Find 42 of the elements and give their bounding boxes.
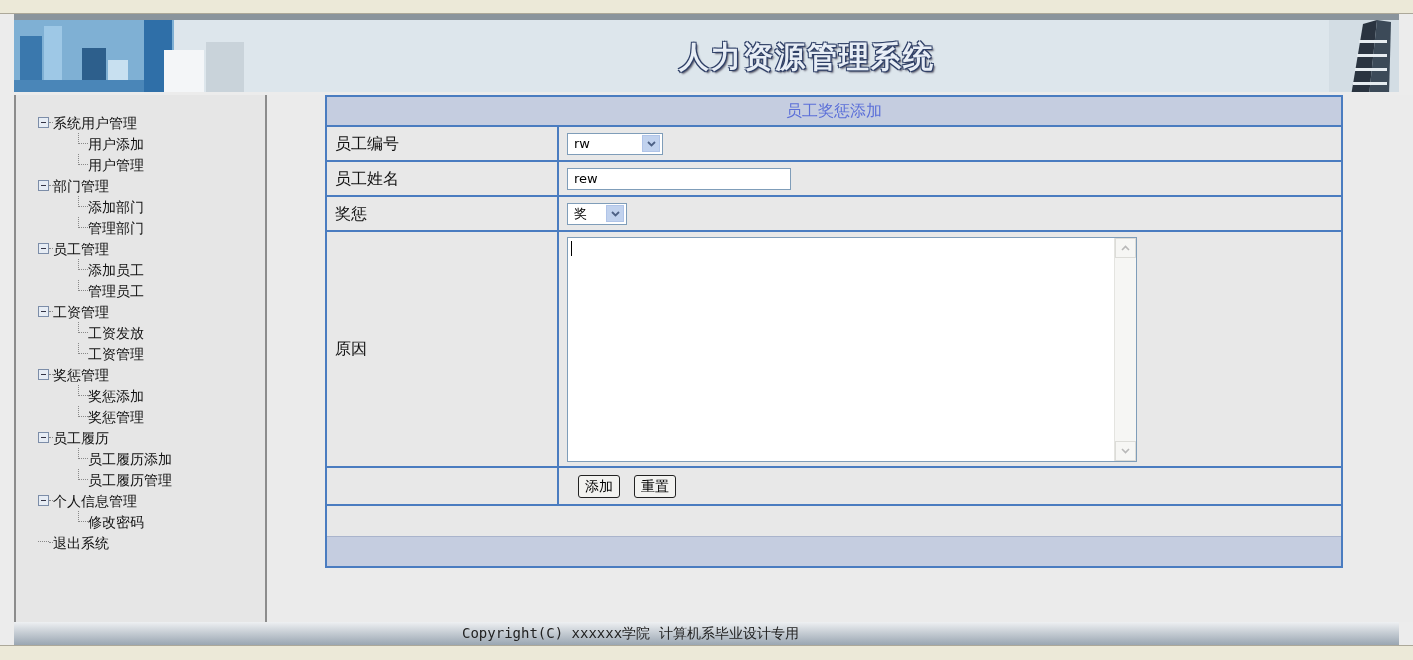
collapse-icon[interactable] (38, 306, 49, 317)
collapse-icon[interactable] (38, 432, 49, 443)
tree-item[interactable]: 管理员工 (88, 283, 144, 298)
tree-item[interactable]: 修改密码 (88, 514, 144, 529)
tree-item[interactable]: 员工履历管理 (88, 472, 172, 487)
tree-item[interactable]: 员工履历 (53, 430, 109, 445)
tree-item[interactable]: 部门管理 (53, 178, 109, 193)
select-field[interactable]: rw (567, 132, 663, 155)
form-title: 员工奖惩添加 (786, 100, 882, 122)
tree-item[interactable]: 工资发放 (88, 325, 144, 340)
form-button[interactable]: 重置 (634, 474, 676, 498)
tree-item[interactable]: 奖惩添加 (88, 388, 144, 403)
tree-item[interactable]: 系统用户管理 (53, 115, 137, 130)
field-label: 奖惩 (335, 202, 367, 225)
collapse-icon[interactable] (38, 369, 49, 380)
input-field[interactable]: rew (567, 167, 791, 190)
scroll-up-icon[interactable] (1115, 237, 1136, 258)
tree-item[interactable]: 退出系统 (53, 535, 109, 550)
tree-item[interactable]: 用户管理 (88, 157, 144, 172)
tree-item[interactable]: 奖惩管理 (53, 367, 109, 382)
tree-item[interactable]: 工资管理 (53, 304, 109, 319)
form-button[interactable]: 添加 (578, 474, 620, 498)
tree-item[interactable]: 添加员工 (88, 262, 144, 277)
collapse-icon[interactable] (38, 243, 49, 254)
tree-item[interactable]: 员工管理 (53, 241, 109, 256)
tree-item[interactable]: 个人信息管理 (53, 493, 137, 508)
tree-item[interactable]: 奖惩管理 (88, 409, 144, 424)
field-label: 员工编号 (335, 132, 399, 155)
copyright-text: Copyright(C) xxxxxx学院 计算机系毕业设计专用 (462, 624, 799, 643)
collapse-icon[interactable] (38, 495, 49, 506)
tree-item[interactable]: 工资管理 (88, 346, 144, 361)
textarea-field[interactable] (567, 236, 1137, 462)
field-label: 员工姓名 (335, 167, 399, 190)
tree-item[interactable]: 员工履历添加 (88, 451, 172, 466)
tree-item[interactable]: 用户添加 (88, 136, 144, 151)
collapse-icon[interactable] (38, 180, 49, 191)
select-field[interactable]: 奖 (567, 202, 627, 225)
tree-item[interactable]: 添加部门 (88, 199, 144, 214)
system-title: 人力资源管理系统 (678, 37, 935, 77)
tree-item[interactable]: 管理部门 (88, 220, 144, 235)
collapse-icon[interactable] (38, 117, 49, 128)
field-label: 原因 (335, 338, 367, 360)
